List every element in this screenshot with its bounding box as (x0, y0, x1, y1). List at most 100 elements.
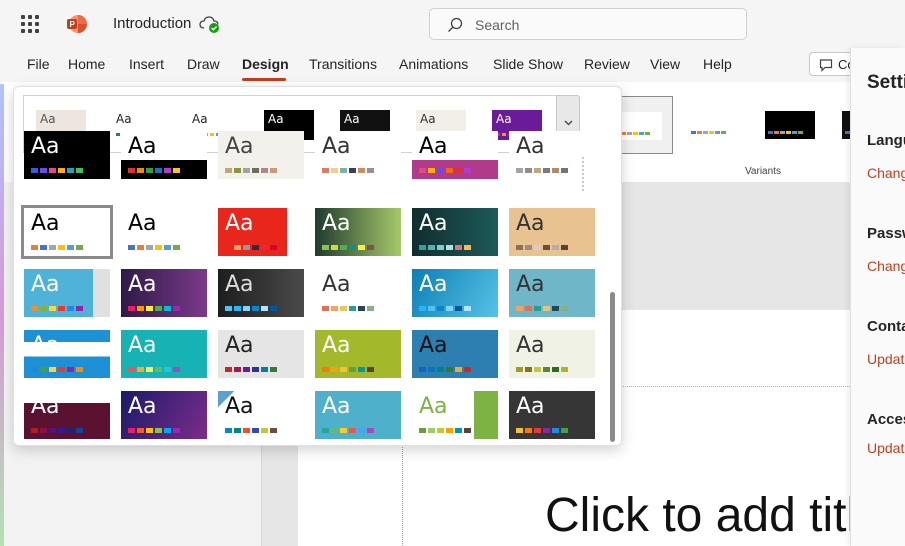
theme-thumbnail[interactable]: Aa (218, 269, 304, 317)
theme-sample-text: Aa (225, 134, 254, 159)
change-password-link[interactable]: Chang (867, 258, 905, 274)
theme-color-swatches (419, 168, 471, 173)
theme-sample-text: Aa (31, 394, 60, 419)
color-swatch (437, 168, 444, 173)
theme-thumbnail[interactable]: Aa (218, 391, 304, 439)
color-swatch (703, 131, 708, 134)
theme-thumbnail[interactable]: Aa (121, 131, 207, 179)
tab-help[interactable]: Help (703, 56, 732, 72)
theme-thumbnail[interactable]: Aa (24, 131, 110, 179)
theme-thumbnail[interactable]: Aa (121, 208, 207, 256)
theme-sample-text: Aa (516, 211, 545, 236)
theme-color-swatches (225, 306, 277, 311)
color-swatch (358, 168, 365, 173)
theme-thumbnail[interactable]: Aa (218, 131, 304, 179)
theme-thumbnail[interactable]: Aa (121, 391, 207, 439)
theme-sample-text: Aa (128, 134, 157, 159)
theme-thumbnail[interactable]: Aa (509, 330, 595, 378)
theme-thumbnail[interactable]: Aa (509, 208, 595, 256)
variants-label: Variants (745, 166, 781, 177)
theme-thumbnail[interactable]: Aa (315, 391, 401, 439)
app-launcher-icon[interactable] (21, 15, 39, 33)
tab-transitions[interactable]: Transitions (309, 56, 377, 72)
gallery-resize-grip[interactable] (582, 157, 586, 191)
color-swatch (798, 131, 803, 134)
theme-color-swatches (128, 306, 180, 311)
color-swatch (516, 428, 523, 433)
tab-home[interactable]: Home (68, 56, 105, 72)
theme-thumbnail[interactable]: Aa (121, 269, 207, 317)
color-swatch (534, 428, 541, 433)
color-swatch (234, 306, 241, 311)
theme-sample-text: Aa (128, 211, 157, 236)
color-swatch (367, 245, 374, 250)
powerpoint-logo-icon: P (67, 15, 87, 33)
title-placeholder[interactable]: Click to add titl (545, 488, 857, 543)
theme-thumbnail[interactable]: Aa (218, 330, 304, 378)
update-contact-link[interactable]: Updat (867, 351, 904, 367)
theme-color-swatches (322, 367, 374, 372)
theme-thumbnail[interactable]: Aa (121, 330, 207, 378)
theme-sample-text: Aa (419, 333, 448, 358)
color-swatch (76, 428, 83, 433)
theme-sample-text: Aa (344, 112, 360, 126)
cloud-saved-icon[interactable] (199, 14, 221, 34)
color-swatch (243, 428, 250, 433)
theme-color-swatches (322, 306, 374, 311)
tab-view[interactable]: View (650, 56, 680, 72)
theme-thumbnail[interactable]: Aa (412, 391, 498, 439)
color-swatch (58, 306, 65, 311)
color-swatch (358, 245, 365, 250)
change-language-link[interactable]: Chang (867, 165, 905, 181)
tab-draw[interactable]: Draw (187, 56, 220, 72)
theme-thumbnail[interactable]: Aa (412, 131, 498, 179)
theme-thumbnail[interactable]: Aa (315, 269, 401, 317)
theme-sample-text: Aa (516, 394, 545, 419)
theme-sample-text: Aa (31, 134, 60, 159)
color-swatch (234, 428, 241, 433)
tab-insert[interactable]: Insert (129, 56, 164, 72)
theme-thumbnail[interactable]: Aa (412, 330, 498, 378)
color-swatch (552, 168, 559, 173)
tab-file[interactable]: File (27, 56, 50, 72)
color-swatch (128, 367, 135, 372)
theme-thumbnail[interactable]: Aa (412, 208, 498, 256)
color-swatch (173, 306, 180, 311)
color-swatch (225, 428, 232, 433)
tab-animations[interactable]: Animations (399, 56, 468, 72)
color-swatch (715, 131, 720, 134)
theme-thumbnail[interactable]: Aa (509, 269, 595, 317)
color-swatch (67, 245, 74, 250)
theme-thumbnail[interactable]: Aa (315, 131, 401, 179)
color-swatch (40, 306, 47, 311)
color-swatch (437, 428, 444, 433)
tab-design[interactable]: Design (242, 56, 289, 72)
theme-sample-text: Aa (322, 394, 351, 419)
theme-thumbnail[interactable]: Aa (315, 208, 401, 256)
theme-thumbnail-selected[interactable]: Aa (21, 205, 113, 259)
color-swatch (67, 306, 74, 311)
color-swatch (270, 306, 277, 311)
color-swatch (455, 245, 462, 250)
theme-color-swatches (128, 428, 180, 433)
theme-thumbnail[interactable]: Aa (24, 330, 110, 378)
theme-thumbnail[interactable]: Aa (24, 269, 110, 317)
color-swatch (525, 245, 532, 250)
variant-thumbnail[interactable] (753, 96, 827, 154)
theme-thumbnail[interactable]: Aa (218, 208, 304, 256)
tab-slide-show[interactable]: Slide Show (493, 56, 563, 72)
theme-thumbnail[interactable]: Aa (24, 391, 110, 439)
search-box[interactable]: Search (429, 8, 747, 40)
document-title[interactable]: Introduction (113, 15, 191, 32)
color-swatch (31, 245, 38, 250)
theme-thumbnail[interactable]: Aa (315, 330, 401, 378)
theme-thumbnail[interactable]: Aa (509, 391, 595, 439)
color-swatch (534, 168, 541, 173)
theme-thumbnail[interactable]: Aa (412, 269, 498, 317)
variant-thumbnail[interactable] (676, 96, 750, 154)
theme-color-swatches (31, 428, 83, 433)
themes-scrollbar[interactable] (610, 292, 615, 442)
update-access-link[interactable]: Updat (867, 440, 904, 456)
tab-review[interactable]: Review (584, 56, 630, 72)
color-swatch (455, 168, 462, 173)
